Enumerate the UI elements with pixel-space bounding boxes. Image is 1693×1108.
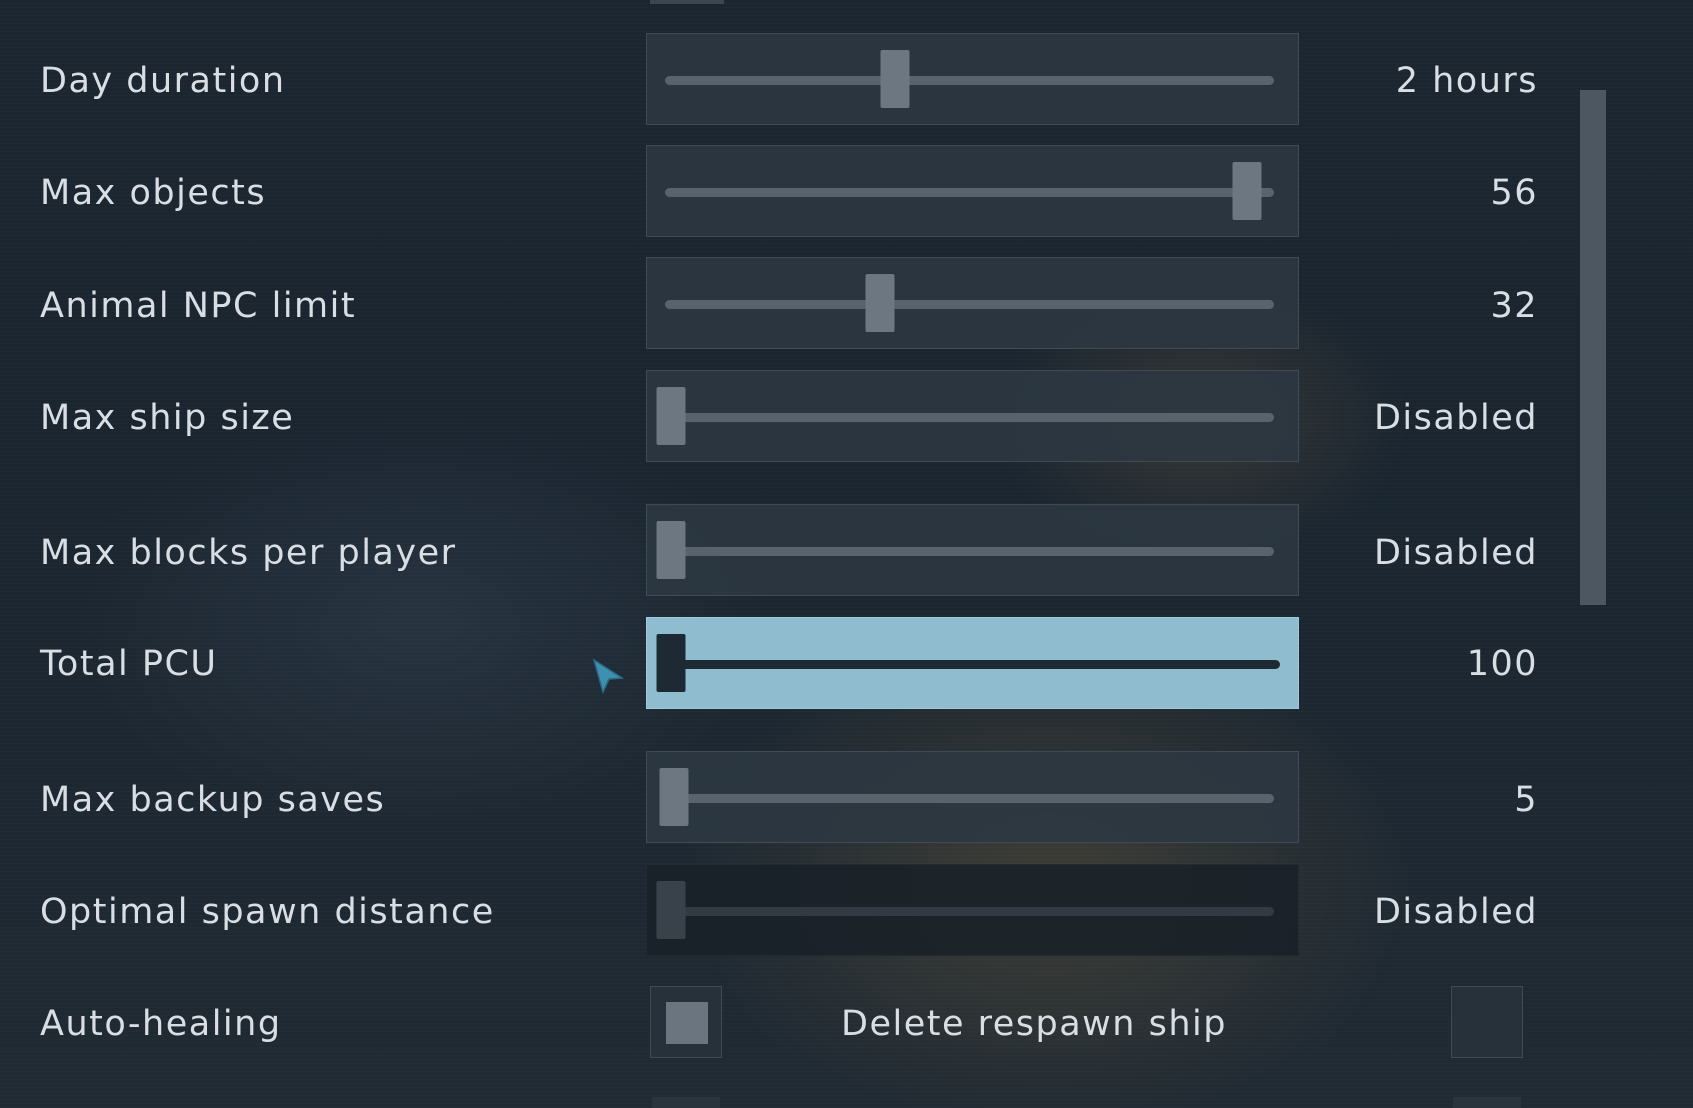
day-duration-value: 2 hours — [1395, 61, 1538, 101]
max-blocks-per-player-label: Max blocks per player — [40, 533, 457, 573]
max-ship-size-slider[interactable] — [646, 370, 1299, 462]
total-pcu-slider[interactable] — [646, 617, 1299, 709]
previous-control-edge — [650, 0, 724, 4]
slider-rail — [665, 907, 1274, 916]
max-blocks-per-player-value: Disabled — [1373, 533, 1538, 573]
auto-healing-checkbox[interactable] — [650, 986, 722, 1058]
animal-npc-limit-slider[interactable] — [646, 257, 1299, 349]
total-pcu-value: 100 — [1466, 644, 1538, 684]
slider-thumb[interactable] — [1232, 162, 1262, 220]
optimal-spawn-distance-slider — [646, 864, 1299, 956]
slider-thumb[interactable] — [656, 634, 686, 692]
slider-thumb[interactable] — [865, 274, 895, 332]
animal-npc-limit-value: 32 — [1490, 286, 1538, 326]
max-backup-saves-value: 5 — [1514, 780, 1538, 820]
slider-rail — [665, 76, 1274, 85]
delete-respawn-ship-checkbox[interactable] — [1451, 986, 1523, 1058]
max-blocks-per-player-slider[interactable] — [646, 504, 1299, 596]
slider-thumb[interactable] — [656, 521, 686, 579]
max-objects-label: Max objects — [40, 173, 267, 213]
scrollbar[interactable] — [1580, 90, 1606, 605]
max-backup-saves-label: Max backup saves — [40, 780, 386, 820]
slider-thumb[interactable] — [656, 387, 686, 445]
day-duration-label: Day duration — [40, 61, 286, 101]
slider-rail — [665, 413, 1274, 422]
max-objects-slider[interactable] — [646, 145, 1299, 237]
slider-rail — [665, 300, 1274, 309]
optimal-spawn-distance-label: Optimal spawn distance — [40, 892, 495, 932]
max-objects-value: 56 — [1490, 173, 1538, 213]
max-ship-size-value: Disabled — [1373, 398, 1538, 438]
max-backup-saves-slider[interactable] — [646, 751, 1299, 843]
optimal-spawn-distance-value: Disabled — [1373, 892, 1538, 932]
day-duration-slider[interactable] — [646, 33, 1299, 125]
slider-rail — [665, 660, 1280, 669]
max-ship-size-label: Max ship size — [40, 398, 295, 438]
animal-npc-limit-label: Animal NPC limit — [40, 286, 357, 326]
auto-healing-label: Auto-healing — [40, 1004, 282, 1044]
slider-thumb — [656, 881, 686, 939]
slider-rail — [665, 188, 1274, 197]
mouse-cursor-icon — [592, 658, 624, 694]
slider-rail — [665, 547, 1274, 556]
next-control-edge — [652, 1097, 720, 1108]
slider-thumb[interactable] — [659, 768, 689, 826]
checkbox-checked-indicator — [666, 1002, 708, 1044]
delete-respawn-ship-label: Delete respawn ship — [841, 1004, 1227, 1044]
slider-rail — [665, 794, 1274, 803]
next-control-edge — [1453, 1097, 1521, 1108]
total-pcu-label: Total PCU — [40, 644, 218, 684]
slider-thumb[interactable] — [880, 50, 910, 108]
